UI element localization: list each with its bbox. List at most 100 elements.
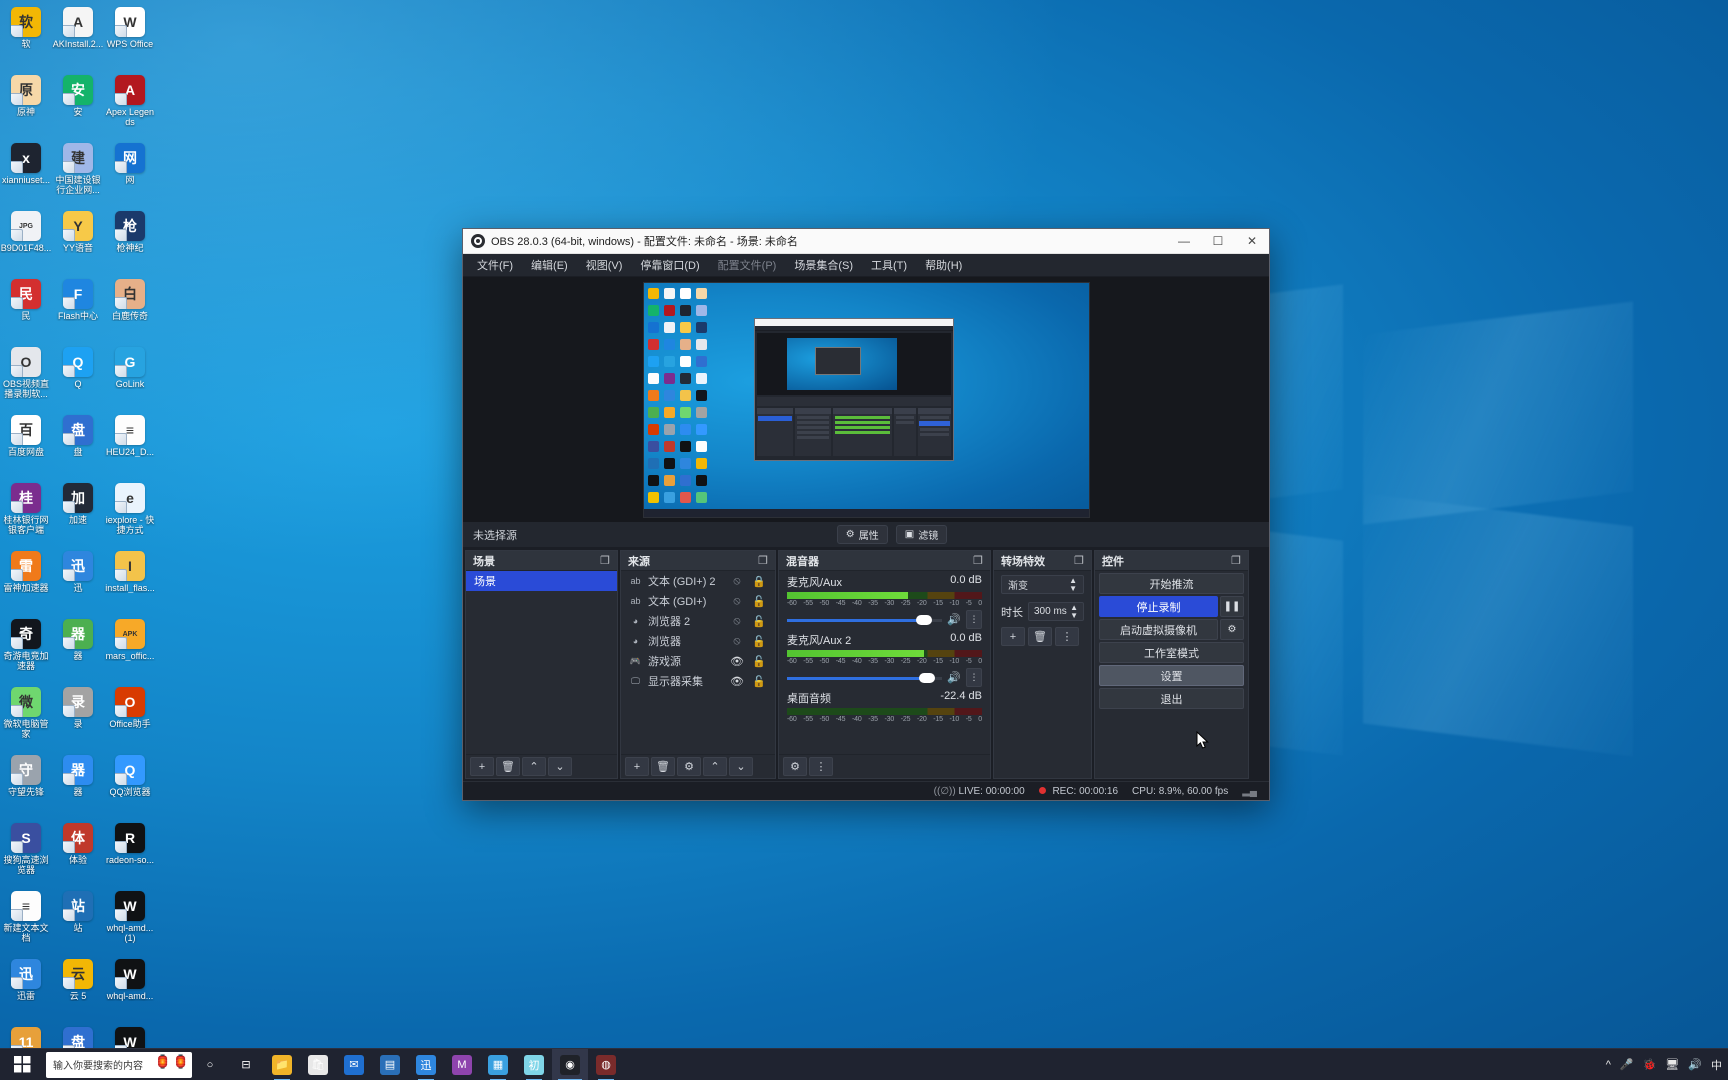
preview-canvas[interactable]: [642, 281, 1090, 518]
taskbar-button[interactable]: 初: [516, 1049, 552, 1080]
window-controls[interactable]: — ☐ ✕: [1167, 229, 1269, 254]
eye-off-icon[interactable]: ⦸: [729, 615, 745, 628]
desktop-icon[interactable]: 枪枪神纪: [104, 208, 156, 276]
security-icon[interactable]: 🐞: [1643, 1058, 1657, 1071]
system-tray[interactable]: ^ 🎤 🐞 🖥 🔊 中: [1606, 1049, 1728, 1080]
obs-menu-bar[interactable]: 文件(F) 编辑(E) 视图(V) 停靠窗口(D) 配置文件(P) 场景集合(S) 工具(T…: [463, 254, 1269, 277]
taskbar-button[interactable]: 迅: [408, 1049, 444, 1080]
desktop-icon[interactable]: APK mars_offic...: [104, 616, 156, 684]
add-transition-button[interactable]: +: [1001, 627, 1025, 646]
taskbar-button[interactable]: ▦: [480, 1049, 516, 1080]
desktop-icon[interactable]: 录录: [52, 684, 104, 752]
desktop-icon[interactable]: 体体验: [52, 820, 104, 888]
desktop-icon[interactable]: 软软: [0, 4, 52, 72]
windows-desktop[interactable]: 软软 A AKInstall.2... W WPS Office 原原神安安 A Apex L…: [0, 0, 1728, 1080]
desktop-icon[interactable]: ≡ 新建文本文档: [0, 888, 52, 956]
obs-title-bar[interactable]: OBS 28.0.3 (64-bit, windows) - 配置文件: 未命名…: [463, 229, 1269, 254]
obs-studio-window[interactable]: OBS 28.0.3 (64-bit, windows) - 配置文件: 未命名…: [462, 228, 1270, 801]
desktop-icon[interactable]: A Apex Legends: [104, 72, 156, 140]
move-source-up-button[interactable]: ⌃: [703, 757, 727, 776]
source-list-item[interactable]: ab 文本 (GDI+) ⦸ 🔓: [621, 591, 775, 611]
taskbar-button[interactable]: ◉: [552, 1048, 588, 1080]
popout-icon[interactable]: ❐: [758, 554, 768, 567]
audio-advanced-properties-button[interactable]: ⚙: [783, 757, 807, 776]
eye-off-icon[interactable]: ⦸: [729, 575, 745, 588]
mute-icon[interactable]: 🔊: [947, 671, 961, 684]
audio-mixer-dock[interactable]: 混音器 ❐ 麦克风/Aux 0.0 dB -60 -55 -50 -45 -40 -35 -30…: [778, 550, 991, 779]
transition-select[interactable]: 渐变 ▲ ▼: [1001, 575, 1084, 594]
desktop-icon[interactable]: 民民: [0, 276, 52, 344]
taskbar-button[interactable]: ⊟: [228, 1049, 264, 1080]
desktop-icon[interactable]: S 搜狗高速浏览器: [0, 820, 52, 888]
microphone-icon[interactable]: 🎤: [1620, 1058, 1634, 1071]
desktop-icon[interactable]: 云云 5: [52, 956, 104, 1024]
sources-dock[interactable]: 来源 ❐ ab 文本 (GDI+) 2 ⦸ 🔒 ab 文本 (GDI+) ⦸ 🔓 ◕ 浏览器 2 ⦸…: [620, 550, 776, 779]
studio-mode-button[interactable]: 工作室模式: [1099, 642, 1244, 663]
taskbar-button[interactable]: M: [444, 1049, 480, 1080]
popout-icon[interactable]: ❐: [1074, 554, 1084, 567]
record-row[interactable]: 停止录制 ❚❚: [1099, 596, 1244, 617]
volume-slider[interactable]: [787, 613, 943, 627]
controls-body[interactable]: 开始推流 停止录制 ❚❚ 启动虚拟摄像机 ⚙ 工作室模式 设置 退出: [1095, 571, 1248, 778]
network-icon[interactable]: 🖥: [1665, 1058, 1679, 1071]
desktop-icon[interactable]: 守守望先锋: [0, 752, 52, 820]
desktop-icon[interactable]: Q QQ浏览器: [104, 752, 156, 820]
taskbar-button[interactable]: 📁: [264, 1049, 300, 1080]
remove-source-button[interactable]: 🗑: [651, 757, 675, 776]
desktop-icon[interactable]: 雷雷神加速器: [0, 548, 52, 616]
desktop-icon[interactable]: 桂桂林银行网银客户端: [0, 480, 52, 548]
popout-icon[interactable]: ❐: [600, 554, 610, 567]
source-action-toolbar[interactable]: 未选择源 ⚙ 属性 ▣ 滤镜: [463, 522, 1269, 548]
menu-item[interactable]: 停靠窗口(D): [631, 254, 708, 276]
desktop-icon[interactable]: x xianniuset...: [0, 140, 52, 208]
desktop-icon[interactable]: Iinstall_flas...: [104, 548, 156, 616]
menu-item[interactable]: 场景集合(S): [785, 254, 862, 276]
mixer-channel[interactable]: 麦克风/Aux 0.0 dB -60 -55 -50 -45 -40 -35 -30 -25 -20…: [779, 571, 990, 629]
desktop-icon[interactable]: 微微软电脑管家: [0, 684, 52, 752]
eye-off-icon[interactable]: ⦸: [729, 595, 745, 608]
desktop-icon[interactable]: F Flash中心: [52, 276, 104, 344]
properties-button[interactable]: ⚙ 属性: [836, 525, 888, 544]
source-properties-button[interactable]: ⚙: [677, 757, 701, 776]
pause-recording-button[interactable]: ❚❚: [1220, 596, 1244, 617]
mixer-channel[interactable]: 麦克风/Aux 2 0.0 dB -60 -55 -50 -45 -40 -35 -30 -25-…: [779, 629, 990, 687]
sources-toolbar[interactable]: + 🗑 ⚙ ⌃ ⌄: [621, 754, 775, 778]
source-list[interactable]: ab 文本 (GDI+) 2 ⦸ 🔒 ab 文本 (GDI+) ⦸ 🔓 ◕ 浏览器 2 ⦸ 🔓 ◕ 浏览器…: [621, 571, 775, 754]
add-source-button[interactable]: +: [625, 757, 649, 776]
mixer-toolbar[interactable]: ⚙ ⋮: [779, 754, 990, 778]
desktop-icon[interactable]: G GoLink: [104, 344, 156, 412]
source-list-item[interactable]: 🖵 显示器采集 👁 🔓: [621, 671, 775, 691]
desktop-icon[interactable]: 白白鹿传奇: [104, 276, 156, 344]
desktop-icon[interactable]: 百百度网盘: [0, 412, 52, 480]
transition-menu-button[interactable]: ⋮: [1055, 627, 1079, 646]
mute-icon[interactable]: 🔊: [947, 613, 961, 626]
move-scene-down-button[interactable]: ⌄: [548, 757, 572, 776]
popout-icon[interactable]: ❐: [1231, 554, 1241, 567]
taskbar-button[interactable]: 🛍: [300, 1049, 336, 1080]
volume-slider[interactable]: [787, 671, 943, 685]
show-hidden-icons[interactable]: ^: [1606, 1059, 1611, 1071]
start-streaming-button[interactable]: 开始推流: [1099, 573, 1244, 594]
virtual-camera-settings-button[interactable]: ⚙: [1220, 619, 1244, 640]
desktop-icon[interactable]: 安安: [52, 72, 104, 140]
start-virtual-camera-button[interactable]: 启动虚拟摄像机: [1099, 619, 1218, 640]
source-list-item[interactable]: ◕ 浏览器 ⦸ 🔓: [621, 631, 775, 651]
source-list-item[interactable]: 🎮 游戏源 👁 🔓: [621, 651, 775, 671]
desktop-icon[interactable]: O Office助手: [104, 684, 156, 752]
taskbar-search-box[interactable]: 输入你要搜索的内容 🏮 🏮: [46, 1051, 192, 1078]
taskbar-buttons[interactable]: ○ ⊟ 📁 🛍 ✉ ▤ 迅 M ▦ 初 ◉ ◍: [192, 1048, 624, 1080]
transition-select-row[interactable]: 渐变 ▲ ▼: [994, 571, 1091, 598]
channel-menu-button[interactable]: ⋮: [966, 668, 982, 687]
stop-recording-button[interactable]: 停止录制: [1099, 596, 1218, 617]
scene-list-item[interactable]: 场景: [466, 571, 617, 591]
desktop-icon[interactable]: QQ: [52, 344, 104, 412]
lock-open-icon[interactable]: 🔓: [751, 595, 767, 608]
source-list-item[interactable]: ab 文本 (GDI+) 2 ⦸ 🔒: [621, 571, 775, 591]
scene-list[interactable]: 场景: [466, 571, 617, 754]
desktop-icon[interactable]: 网网: [104, 140, 156, 208]
lock-open-icon[interactable]: 🔓: [751, 675, 767, 688]
windows-taskbar[interactable]: 输入你要搜索的内容 🏮 🏮 ○ ⊟ 📁 🛍 ✉ ▤ 迅 M ▦ 初 ◉ ◍ ^ 🎤 🐞 🖥 🔊 中: [0, 1048, 1728, 1080]
menu-item[interactable]: 工具(T): [862, 254, 916, 276]
settings-button[interactable]: 设置: [1099, 665, 1244, 686]
mixer-menu-button[interactable]: ⋮: [809, 757, 833, 776]
